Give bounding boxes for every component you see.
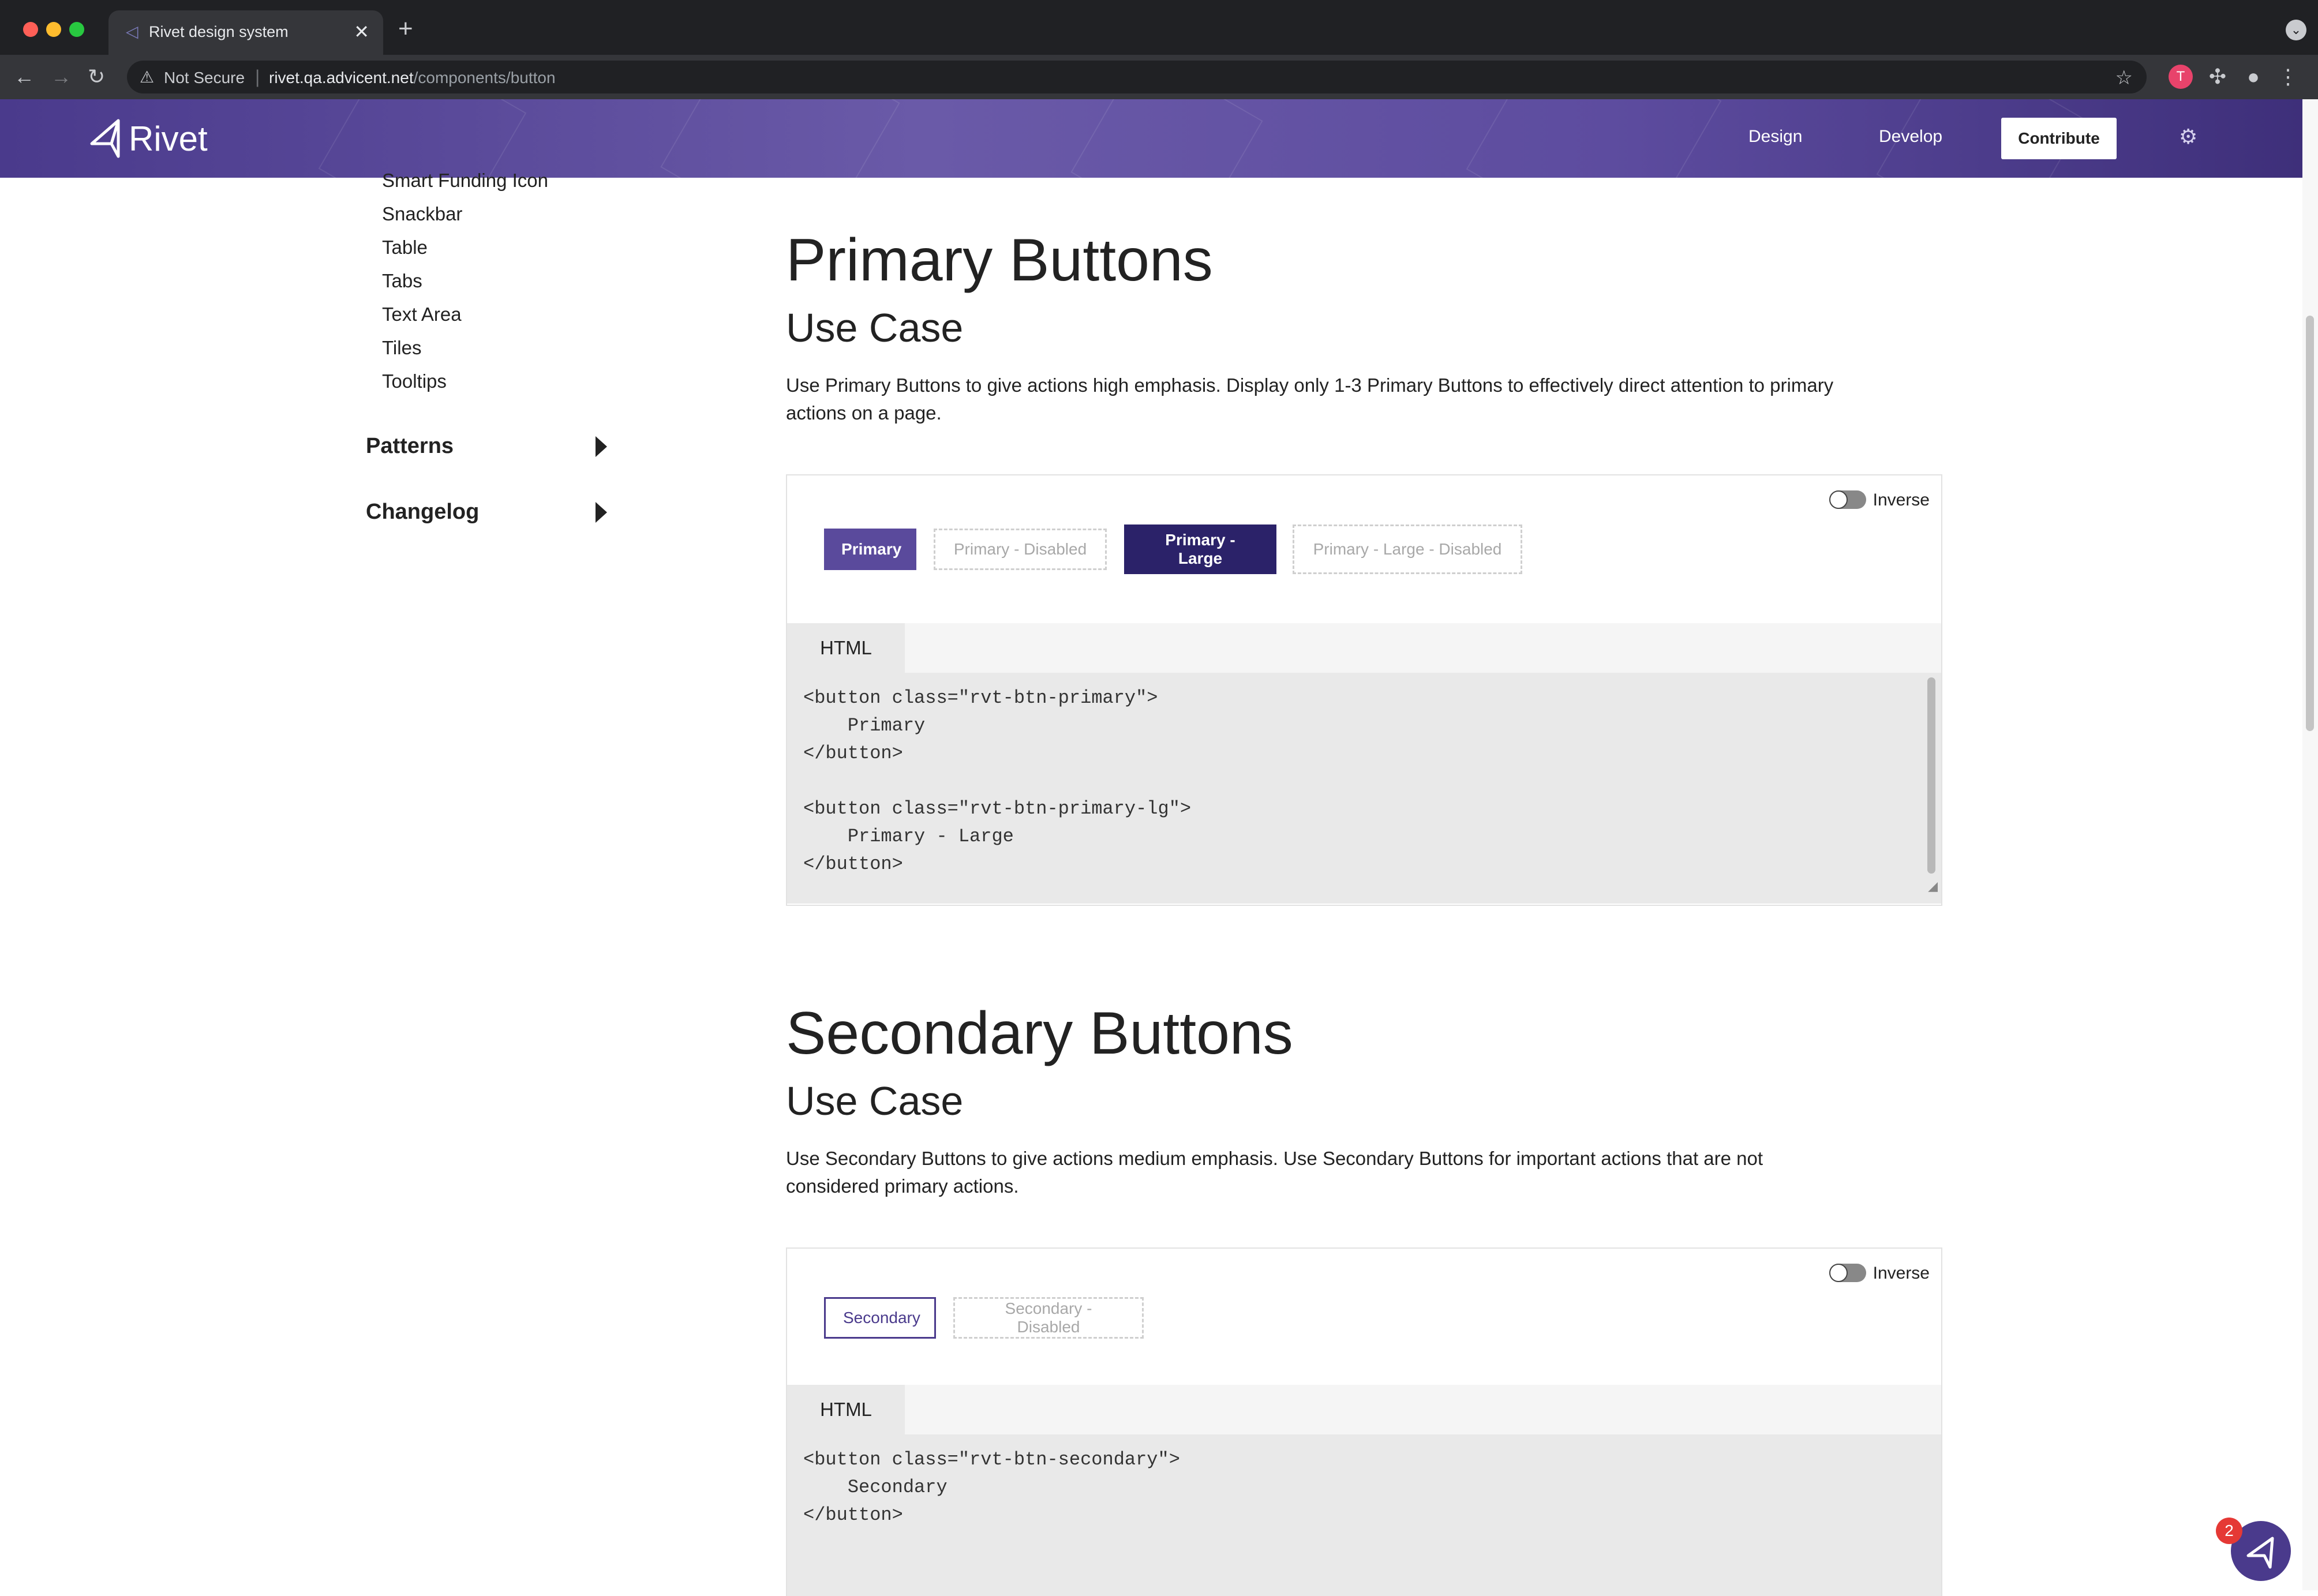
address-bar[interactable]: ⚠ Not Secure | rivet.qa.advicent.net/com… [127,61,2147,93]
notification-badge: 2 [2216,1518,2242,1544]
sidebar-section-patterns[interactable]: Patterns [366,434,454,459]
header-pattern [1070,99,1263,178]
maximize-window-button[interactable] [69,22,84,37]
nav-develop[interactable]: Develop [1879,127,1942,147]
sidebar-item-text-area[interactable]: Text Area [382,304,462,325]
browser-chrome: ◁ Rivet design system ✕ + ⌄ ← → ↻ ⚠ Not … [0,0,2318,99]
sidebar-item-snackbar[interactable]: Snackbar [382,203,462,225]
back-icon[interactable]: ← [14,63,35,91]
code-scrollbar[interactable] [1927,677,1935,874]
primary-disabled-button: Primary - Disabled [934,529,1107,570]
primary-large-disabled-button: Primary - Large - Disabled [1293,524,1522,574]
security-label[interactable]: Not Secure [164,69,245,87]
close-tab-icon[interactable]: ✕ [354,21,369,43]
primary-demo-card: Inverse Primary Primary - Disabled Prima… [786,474,1942,906]
url-text[interactable]: rivet.qa.advicent.net/components/button [269,69,556,87]
secondary-demo-card: Inverse Secondary Secondary - Disabled H… [786,1247,1942,1596]
expand-changelog-icon[interactable] [596,502,607,523]
primary-button[interactable]: Primary [824,529,916,570]
inverse-label: Inverse [1873,490,1930,509]
extension-avatar[interactable]: T [2169,65,2193,89]
primary-buttons-title: Primary Buttons [786,227,1213,294]
secondary-disabled-button: Secondary - Disabled [953,1297,1144,1339]
rivet-logo[interactable]: Rivet [89,111,208,166]
secondary-buttons-title: Secondary Buttons [786,1000,1293,1067]
secondary-use-case-heading: Use Case [786,1078,964,1123]
browser-tab[interactable]: ◁ Rivet design system ✕ [108,10,383,55]
sidebar-item-tooltips[interactable]: Tooltips [382,370,447,392]
inverse-toggle[interactable] [1829,490,1866,509]
header-pattern [1466,99,1722,178]
secondary-description: Use Secondary Buttons to give actions me… [786,1148,1763,1197]
browser-menu-icon[interactable]: ⋮ [2276,65,2300,89]
warning-icon[interactable]: ⚠ [140,68,154,87]
url-path: /components/button [413,69,556,87]
nav-design[interactable]: Design [1748,127,1802,147]
sidebar-section-changelog[interactable]: Changelog [366,500,479,524]
rivet-logo-icon [90,119,120,158]
tab-search-icon[interactable]: ⌄ [2286,20,2306,40]
tab-title: Rivet design system [149,23,289,40]
url-host: rivet.qa.advicent.net [269,69,414,87]
code-text: <button class="rvt-btn-primary"> Primary… [803,687,1192,875]
page-scrollbar-thumb[interactable] [2306,316,2314,731]
code-block[interactable]: <button class="rvt-btn-secondary"> Secon… [787,1434,1941,1596]
code-tabs: HTML [787,1385,1941,1434]
code-text: <button class="rvt-btn-secondary"> Secon… [803,1449,1180,1526]
header-pattern [660,99,900,178]
browser-toolbar: ← → ↻ ⚠ Not Secure | rivet.qa.advicent.n… [0,55,2318,99]
inverse-label: Inverse [1873,1264,1930,1283]
rivet-favicon-icon: ◁ [126,23,138,40]
contribute-button[interactable]: Contribute [2001,118,2117,159]
inverse-toggle[interactable] [1829,1264,1866,1282]
tab-bar: ◁ Rivet design system ✕ + ⌄ [0,0,2318,55]
sidebar-item-table[interactable]: Table [382,237,428,258]
code-tabs: HTML [787,623,1941,673]
primary-large-button[interactable]: Primary - Large [1124,524,1276,574]
page-scrollbar[interactable] [2302,99,2318,1590]
expand-patterns-icon[interactable] [596,436,607,457]
primary-description: Use Primary Buttons to give actions high… [786,374,1834,424]
sidebar-item-smart-funding-icon[interactable]: Smart Funding Icon [382,170,548,192]
gear-icon[interactable]: ⚙ [2179,125,2197,149]
minimize-window-button[interactable] [46,22,61,37]
extensions-puzzle-icon[interactable]: ✣ [2205,65,2230,89]
bookmark-star-icon[interactable]: ☆ [2115,66,2133,89]
sidebar-item-tiles[interactable]: Tiles [382,337,421,359]
new-tab-button[interactable]: + [398,16,413,42]
tab-html[interactable]: HTML [787,1385,905,1434]
code-block[interactable]: <button class="rvt-btn-primary"> Primary… [787,673,1941,904]
url-separator: | [255,66,260,87]
sidebar-item-tabs[interactable]: Tabs [382,270,422,292]
toggle-knob [1829,1264,1848,1282]
header-pattern [318,99,527,178]
tab-html[interactable]: HTML [787,623,905,673]
resize-handle-icon[interactable]: ◢ [1928,874,1938,901]
logo-text: Rivet [129,119,208,158]
toggle-knob [1829,490,1848,509]
forward-icon[interactable]: → [51,63,72,91]
close-window-button[interactable] [23,22,38,37]
site-header: Rivet Design Develop Contribute ⚙ [0,99,2302,178]
secondary-button[interactable]: Secondary [824,1297,936,1339]
profile-icon[interactable]: ● [2241,65,2265,89]
primary-use-case-heading: Use Case [786,305,964,350]
reload-icon[interactable]: ↻ [88,63,105,91]
